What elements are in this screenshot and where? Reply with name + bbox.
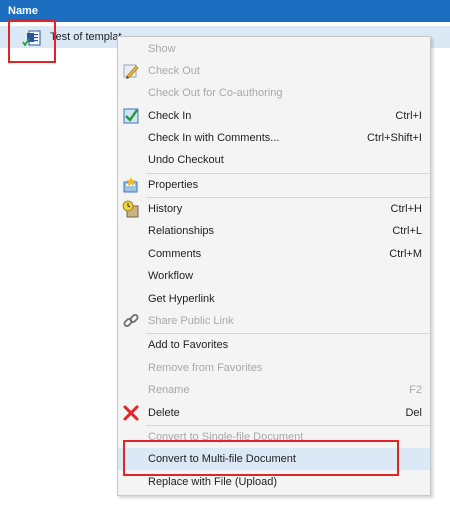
menu-item-label: Add to Favorites: [148, 339, 229, 351]
menu-item-properties[interactable]: Properties: [118, 174, 430, 196]
menu-item-label: Comments: [148, 248, 202, 260]
red-x-icon: [123, 405, 139, 421]
menu-item-shortcut: Ctrl+L: [392, 225, 422, 237]
menu-item-label: Workflow: [148, 270, 194, 282]
context-menu: Show Check Out Check Out for Co-authorin…: [117, 36, 431, 496]
menu-item-add-to-favorites[interactable]: Add to Favorites: [118, 334, 430, 356]
menu-item-label: Properties: [148, 179, 199, 191]
checkbox-check-icon: [123, 108, 139, 124]
annotation-box-convert: [123, 440, 399, 476]
name-column-header[interactable]: Name: [0, 0, 450, 22]
menu-item-label: Relationships: [148, 225, 215, 237]
menu-item-delete[interactable]: Delete Del: [118, 402, 430, 424]
menu-item-label: Rename: [148, 384, 190, 396]
menu-item-share-public-link[interactable]: Share Public Link: [118, 310, 430, 332]
menu-item-rename[interactable]: Rename F2: [118, 379, 430, 401]
menu-item-check-out[interactable]: Check Out: [118, 60, 430, 82]
history-icon: [122, 200, 139, 218]
menu-item-label: Remove from Favorites: [148, 362, 263, 374]
menu-item-check-in-with-comments[interactable]: Check In with Comments... Ctrl+Shift+I: [118, 127, 430, 149]
menu-item-label: Check In: [148, 110, 192, 122]
menu-item-remove-from-favorites[interactable]: Remove from Favorites: [118, 357, 430, 379]
menu-item-shortcut: F2: [409, 384, 422, 396]
menu-item-undo-checkout[interactable]: Undo Checkout: [118, 149, 430, 171]
menu-item-check-out-co-authoring[interactable]: Check Out for Co-authoring: [118, 82, 430, 104]
menu-item-relationships[interactable]: Relationships Ctrl+L: [118, 220, 430, 242]
chain-link-icon: [123, 314, 139, 327]
menu-item-show[interactable]: Show: [118, 38, 430, 60]
menu-item-shortcut: Del: [405, 407, 422, 419]
annotation-box-file: [8, 19, 56, 63]
menu-item-label: History: [148, 203, 183, 215]
menu-item-shortcut: Ctrl+M: [389, 248, 422, 260]
menu-item-shortcut: Ctrl+H: [390, 203, 422, 215]
menu-item-shortcut: Ctrl+Shift+I: [366, 132, 422, 144]
menu-item-get-hyperlink[interactable]: Get Hyperlink: [118, 288, 430, 310]
properties-icon: [123, 177, 138, 193]
menu-item-label: Delete: [148, 407, 180, 419]
menu-item-label: Check In with Comments...: [148, 132, 280, 144]
menu-item-workflow[interactable]: Workflow: [118, 265, 430, 287]
pencil-icon: [123, 64, 139, 79]
menu-item-check-in[interactable]: Check In Ctrl+I: [118, 105, 430, 127]
menu-item-label: Undo Checkout: [148, 154, 224, 166]
menu-item-shortcut: Ctrl+I: [395, 110, 422, 122]
menu-item-label: Show: [148, 43, 176, 55]
menu-item-label: Replace with File (Upload): [148, 476, 277, 488]
menu-item-comments[interactable]: Comments Ctrl+M: [118, 243, 430, 265]
menu-item-label: Get Hyperlink: [148, 293, 215, 305]
file-name[interactable]: Test of templat: [50, 31, 122, 43]
menu-item-label: Check Out: [148, 65, 200, 77]
menu-item-label: Check Out for Co-authoring: [148, 87, 283, 99]
menu-item-label: Share Public Link: [148, 315, 234, 327]
menu-item-history[interactable]: History Ctrl+H: [118, 198, 430, 220]
